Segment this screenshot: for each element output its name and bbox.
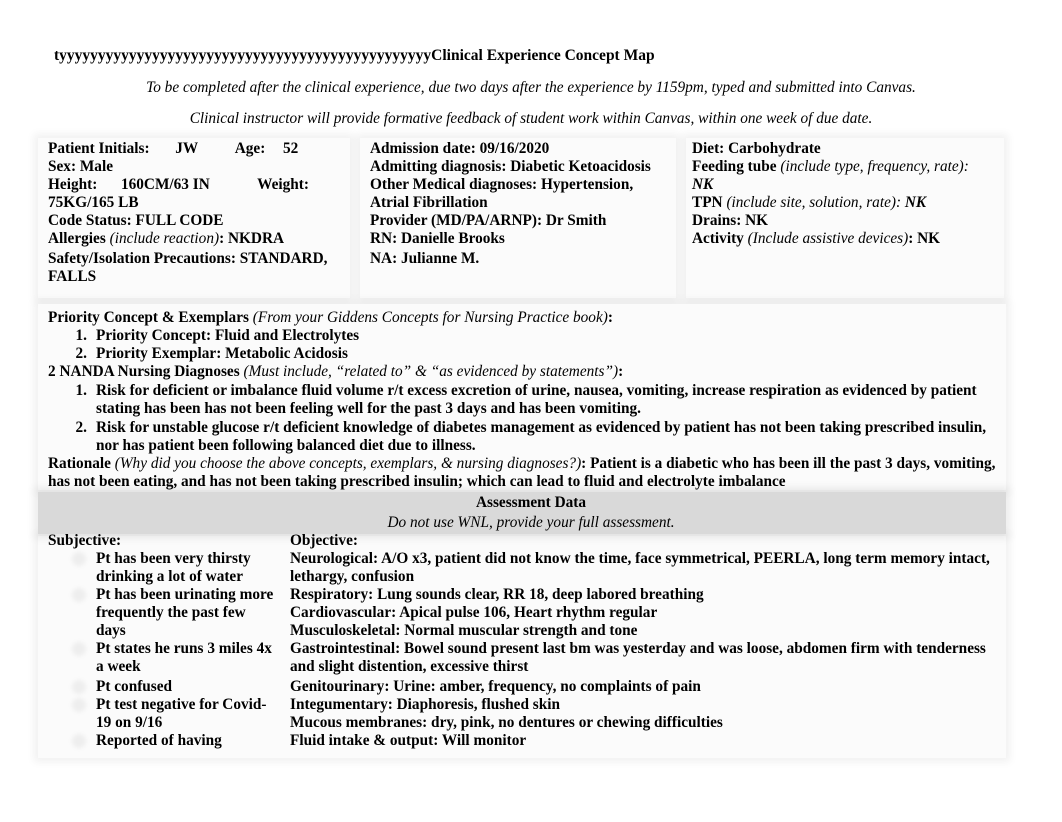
rationale: Rationale (Why did you choose the above … — [48, 455, 998, 491]
tpn-field: TPN (include site, solution, rate): NK — [692, 194, 997, 212]
age-value: 52 — [282, 140, 299, 157]
na-field: NA: Julianne M. — [370, 250, 480, 267]
objective-neurological: Neurological: A/O x3, patient did not kn… — [290, 550, 990, 585]
weight-label: Weight: — [257, 176, 309, 193]
objective-respiratory: Respiratory: Lung sounds clear, RR 18, d… — [290, 586, 704, 603]
tpn-label: TPN — [692, 194, 723, 211]
priority-item-number: 2. — [75, 345, 87, 362]
nanda-item: 2. Risk for unstable glucose r/t deficie… — [48, 419, 998, 455]
priority-item-number: 1. — [75, 327, 87, 344]
provider-field: Provider (MD/PA/ARNP): Dr Smith — [370, 212, 607, 229]
nanda-hint: (Must include, “related to” & “as eviden… — [243, 363, 619, 380]
admission-date-field: Admission date: 09/16/2020 — [370, 140, 550, 157]
objective-gastrointestinal: Gastrointestinal: Bowel sound present la… — [290, 640, 986, 675]
feeding-tube-label: Feeding tube — [692, 158, 777, 175]
bullet-icon — [72, 698, 86, 712]
tpn-hint: (include site, solution, rate): — [726, 194, 902, 211]
admitting-diagnosis-field: Admitting diagnosis: Diabetic Ketoacidos… — [370, 158, 651, 175]
nanda-item-number: 1. — [75, 382, 87, 399]
instruction-feedback: Clinical instructor will provide formati… — [189, 110, 873, 127]
nanda-item-number: 2. — [75, 419, 87, 436]
admission-cell: Admission date: 09/16/2020 Admitting dia… — [370, 140, 675, 268]
nanda-colon: : — [618, 363, 624, 380]
nanda-heading-label: 2 NANDA Nursing Diagnoses — [48, 363, 240, 380]
weight-value: 75KG/165 LB — [48, 194, 139, 211]
allergies-field: Allergies (include reaction): NKDRA — [48, 230, 348, 248]
activity-field: Activity (Include assistive devices): NK — [692, 230, 997, 248]
subjective-item: Reported of having — [48, 732, 278, 750]
priority-item: 2. Priority Exemplar: Metabolic Acidosis — [48, 345, 998, 363]
height-value: 160CM/63 IN — [120, 176, 210, 193]
priority-hint: (From your Giddens Concepts for Nursing … — [252, 309, 608, 326]
objective-mucous-membranes: Mucous membranes: dry, pink, no dentures… — [290, 714, 723, 731]
bullet-icon — [72, 680, 86, 694]
other-diagnoses-field: Other Medical diagnoses: Hypertension, A… — [370, 176, 634, 211]
tpn-value: NK — [904, 194, 927, 211]
priority-item: 1. Priority Concept: Fluid and Electroly… — [48, 327, 998, 345]
objective-genitourinary: Genitourinary: Urine: amber, frequency, … — [290, 678, 701, 695]
subjective-label: Subjective: — [48, 532, 122, 549]
nanda-diagnosis-1: Risk for deficient or imbalance fluid vo… — [96, 382, 977, 417]
objective-column: Objective: Neurological: A/O x3, patient… — [290, 532, 990, 750]
feeding-tube-field: Feeding tube (include type, frequency, r… — [692, 158, 997, 194]
objective-label: Objective: — [290, 532, 358, 549]
nanda-diagnosis-2: Risk for unstable glucose r/t deficient … — [96, 419, 987, 454]
patient-initials-value: JW — [175, 140, 198, 157]
rationale-label: Rationale — [48, 455, 111, 472]
diet-field: Diet: Carbohydrate — [692, 140, 821, 157]
allergies-value: : NKDRA — [219, 230, 285, 247]
nanda-heading: 2 NANDA Nursing Diagnoses (Must include,… — [48, 363, 998, 381]
subjective-item: Pt states he runs 3 miles 4x a week — [48, 640, 278, 676]
rationale-hint: (Why did you choose the above concepts, … — [114, 455, 582, 472]
bullet-icon — [72, 642, 86, 656]
objective-cardiovascular: Cardiovascular: Apical pulse 106, Heart … — [290, 604, 658, 621]
priority-concept: Priority Concept: Fluid and Electrolytes — [96, 327, 360, 344]
subjective-column: Subjective: Pt has been very thirsty dri… — [48, 532, 278, 750]
care-cell: Diet: Carbohydrate Feeding tube (include… — [692, 140, 997, 248]
priority-exemplar: Priority Exemplar: Metabolic Acidosis — [96, 345, 348, 362]
patient-initials-row: Patient Initials: JW Age: 52 — [48, 140, 348, 158]
priority-heading-label: Priority Concept & Exemplars — [48, 309, 249, 326]
height-label: Height: — [48, 176, 98, 193]
priority-colon: : — [607, 309, 613, 326]
subjective-item: Pt test negative for Covid-19 on 9/16 — [48, 696, 278, 732]
subjective-item: Pt has been urinating more frequently th… — [48, 586, 278, 640]
height-weight-row: Height: 160CM/63 IN Weight: 75KG/165 LB — [48, 176, 348, 212]
patient-info-cell: Patient Initials: JW Age: 52 Sex: Male H… — [48, 140, 348, 286]
assessment-title: Assessment Data — [475, 494, 587, 511]
feeding-tube-value: NK — [692, 176, 714, 193]
feeding-tube-hint: (include type, frequency, rate): — [780, 158, 969, 175]
objective-integumentary: Integumentary: Diaphoresis, flushed skin — [290, 696, 561, 713]
drains-field: Drains: NK — [692, 212, 769, 229]
code-status-field: Code Status: FULL CODE — [48, 212, 224, 229]
nanda-item: 1. Risk for deficient or imbalance fluid… — [48, 382, 998, 418]
instruction-due: To be completed after the clinical exper… — [146, 79, 916, 96]
rn-field: RN: Danielle Brooks — [370, 230, 505, 247]
allergies-hint: (include reaction) — [109, 230, 220, 247]
activity-label: Activity — [692, 230, 744, 247]
patient-initials-label: Patient Initials: — [48, 140, 150, 157]
objective-musculoskeletal: Musculoskeletal: Normal muscular strengt… — [290, 622, 638, 639]
objective-fluid-io: Fluid intake & output: Will monitor — [290, 732, 527, 749]
bullet-icon — [72, 588, 86, 602]
page-title: tyyyyyyyyyyyyyyyyyyyyyyyyyyyyyyyyyyyyyyy… — [54, 47, 655, 64]
age-label: Age: — [234, 140, 266, 157]
activity-hint: (Include assistive devices) — [747, 230, 909, 247]
assessment-subtitle: Do not use WNL, provide your full assess… — [387, 514, 675, 531]
subjective-item: Pt confused — [48, 678, 278, 696]
allergies-label: Allergies — [48, 230, 106, 247]
priority-section: Priority Concept & Exemplars (From your … — [48, 309, 998, 491]
priority-heading: Priority Concept & Exemplars (From your … — [48, 309, 998, 327]
safety-precautions-field: Safety/Isolation Precautions: STANDARD, … — [48, 250, 328, 285]
bullet-icon — [72, 734, 86, 748]
bullet-icon — [72, 552, 86, 566]
activity-value: : NK — [908, 230, 941, 247]
sex-field: Sex: Male — [48, 158, 113, 175]
subjective-item: Pt has been very thirsty drinking a lot … — [48, 550, 278, 586]
